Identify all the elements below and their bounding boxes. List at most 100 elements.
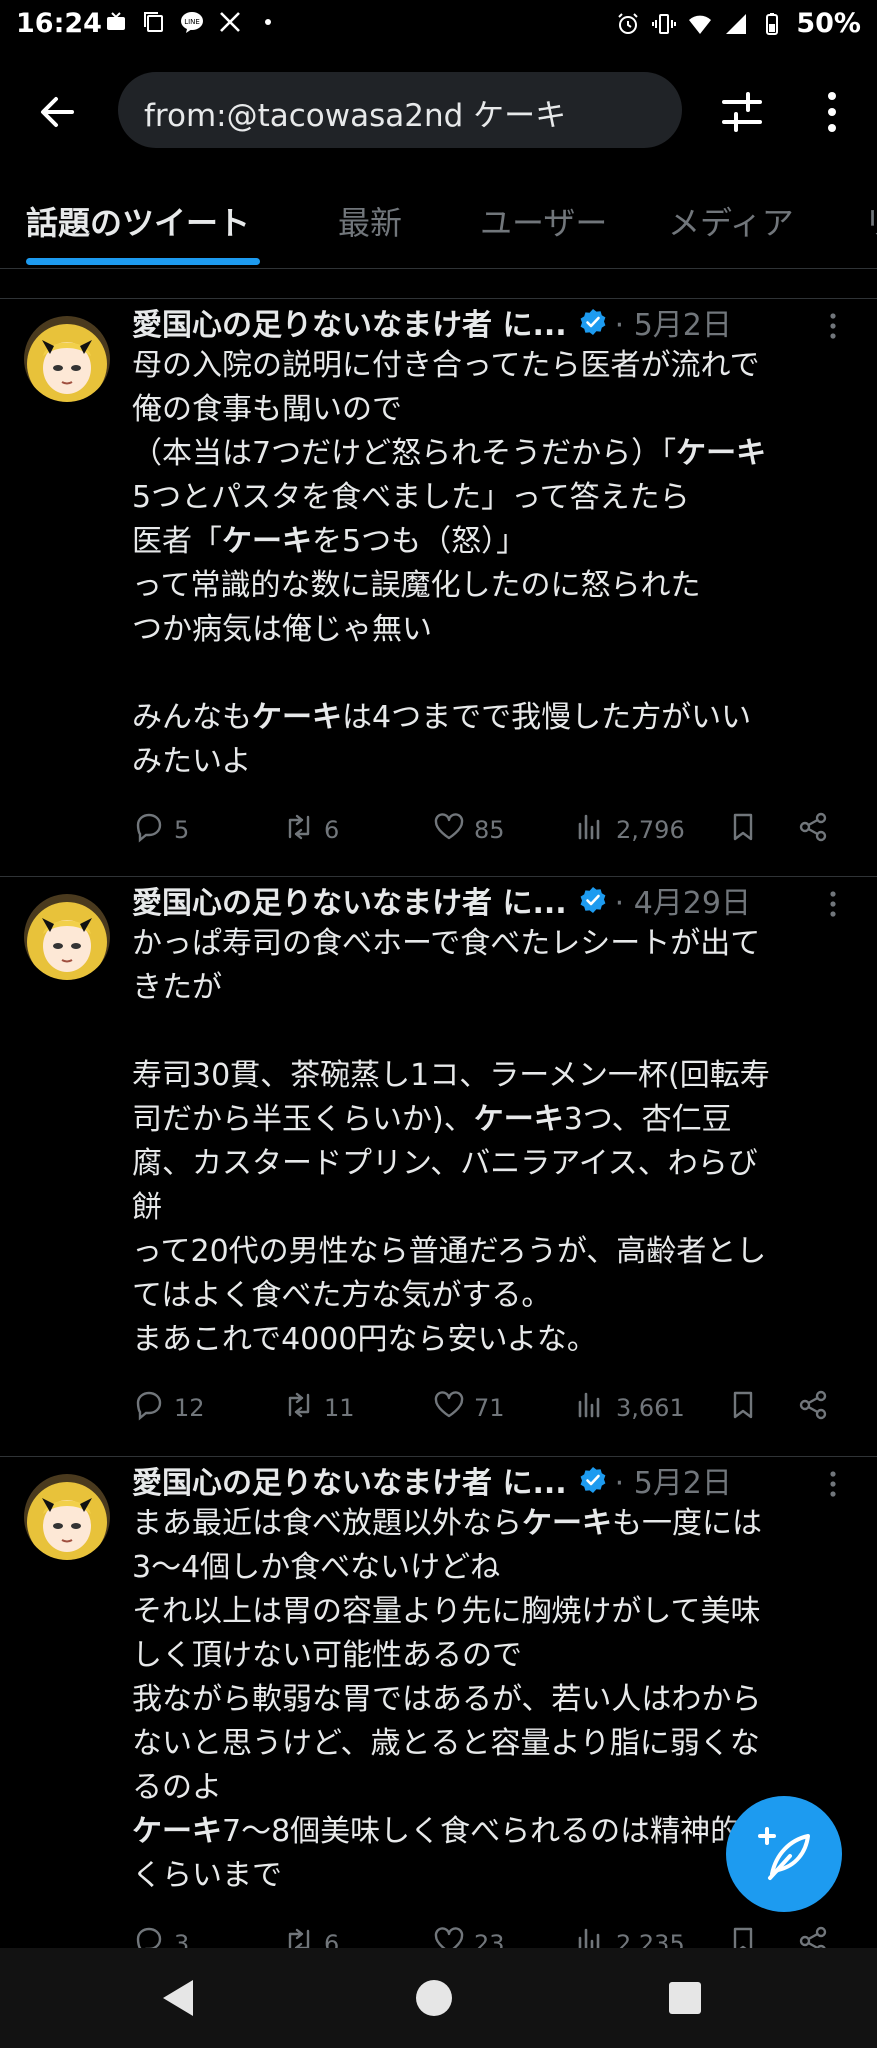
search-tabs: 話題のツイート 最新 ユーザー メディア リ	[0, 182, 877, 269]
tab-top[interactable]: 話題のツイート	[26, 198, 250, 244]
tweet-text-segment: かっぱ寿司の食べホーで食べたレシートが出て	[132, 926, 761, 961]
tweet-header: 愛国心の足りないなまけ者 に... · 4月29日	[132, 878, 861, 922]
vibrate-icon	[652, 13, 677, 34]
tweet-card[interactable]: 愛国心の足りないなまけ者 に... · 5月2日 母の入院の説明に付き合ってたら…	[0, 298, 877, 877]
tweet-text-segment: てはよく食べた方な気がする。	[132, 1278, 552, 1313]
status-bar: 16:24 LINE 50%	[0, 0, 877, 52]
tab-media[interactable]: メディア	[668, 198, 794, 244]
tab-latest[interactable]: 最新	[338, 198, 402, 244]
avatar[interactable]	[24, 894, 110, 980]
battery-icon	[766, 12, 779, 35]
avatar[interactable]	[24, 316, 110, 402]
active-tab-indicator	[26, 258, 260, 265]
tweet-text-segment: つか病気は俺じゃ無い	[132, 612, 432, 647]
author-name[interactable]: 愛国心の足りないなまけ者 に...	[132, 878, 567, 922]
tweet-text-segment: 俺の食事も聞いので	[132, 392, 402, 427]
verified-badge-icon	[567, 886, 607, 914]
tweet-text-segment: 医者「	[132, 524, 222, 559]
status-time: 16:24	[16, 8, 102, 39]
bookmark-icon	[726, 810, 760, 850]
tweet-text-line	[132, 1010, 852, 1054]
heart-icon	[432, 1388, 466, 1428]
reply-count: 5	[174, 816, 190, 844]
tweet-text-segment: 3〜4個しか食べないけどね	[132, 1550, 501, 1585]
view-count: 3,661	[616, 1394, 685, 1422]
like-count: 85	[474, 816, 505, 844]
avatar[interactable]	[24, 1474, 110, 1560]
search-keyword-highlight: ケーキ	[132, 1814, 222, 1849]
tweet-text-line: 俺の食事も聞いので	[132, 388, 852, 432]
tweet-more-icon[interactable]	[813, 1464, 853, 1504]
tweet-more-icon[interactable]	[813, 884, 853, 924]
share-icon	[796, 1388, 830, 1428]
tweet-text-segment: を5つも（怒）」	[312, 524, 527, 559]
views-icon	[574, 810, 608, 850]
retweet-button[interactable]: 6	[282, 810, 339, 850]
tweet-text-segment: みたいよ	[132, 744, 252, 779]
tweet-date[interactable]: · 5月2日	[615, 300, 732, 344]
tweet-text-line: 腐、カスタードプリン、バニラアイス、わらび	[132, 1142, 852, 1186]
tab-users[interactable]: ユーザー	[480, 198, 607, 244]
tweet-text-segment: って20代の男性なら普通だろうが、高齢者とし	[132, 1234, 767, 1269]
tab-lists[interactable]: リ	[864, 198, 877, 244]
tweet-text-segment: まあ最近は食べ放題以外なら	[132, 1506, 522, 1541]
notification-icons: LINE	[104, 10, 280, 34]
nav-back-icon[interactable]	[153, 1970, 209, 2026]
view-count: 2,796	[616, 816, 685, 844]
verified-badge-icon	[567, 1466, 607, 1494]
retweet-button[interactable]: 11	[282, 1388, 355, 1428]
author-name[interactable]: 愛国心の足りないなまけ者 に...	[132, 1458, 567, 1502]
alarm-icon	[618, 12, 639, 34]
tweet-text-line: まあこれで4000円なら安いよな。	[132, 1318, 852, 1362]
more-options-button[interactable]	[802, 82, 862, 142]
dot-icon	[265, 19, 271, 25]
tweet-text-line: みたいよ	[132, 740, 852, 784]
author-name[interactable]: 愛国心の足りないなまけ者 に...	[132, 300, 567, 344]
tweet-text-line: 5つとパスタを食べました」って答えたら	[132, 476, 852, 520]
back-button[interactable]	[28, 82, 88, 142]
search-input[interactable]: from:@tacowasa2nd ケーキ	[118, 72, 682, 148]
like-button[interactable]: 85	[432, 810, 505, 850]
tweet-text-line: それ以上は胃の容量より先に胸焼けがして美味	[132, 1590, 852, 1634]
tweet-text-segment: るのよ	[132, 1770, 222, 1805]
tweet-date[interactable]: · 5月2日	[615, 1458, 732, 1502]
heart-icon	[432, 810, 466, 850]
reply-icon	[132, 1388, 166, 1428]
system-icons: 50%	[616, 8, 861, 39]
bookmark-button[interactable]	[726, 1388, 760, 1428]
tweet-text-line: 3〜4個しか食べないけどね	[132, 1546, 852, 1590]
like-button[interactable]: 71	[432, 1388, 505, 1428]
tweet-text: かっぱ寿司の食べホーで食べたレシートが出て きたが 寿司30貫、茶碗蒸し1コ、ラーメ…	[132, 922, 852, 1362]
compose-tweet-button[interactable]	[726, 1796, 842, 1912]
bookmark-button[interactable]	[726, 810, 760, 850]
tweet-text-segment: 5つとパスタを食べました」って答えたら	[132, 480, 690, 515]
tweet-text-line: 我ながら軟弱な胃ではあるが、若い人はわから	[132, 1678, 852, 1722]
search-keyword-highlight: ケーキ	[222, 524, 312, 559]
nav-home-icon[interactable]	[406, 1970, 462, 2026]
share-button[interactable]	[796, 1388, 830, 1428]
tweet-text-segment: も一度には	[612, 1506, 762, 1541]
share-button[interactable]	[796, 810, 830, 850]
media-icon	[107, 12, 125, 30]
line-icon: LINE	[181, 12, 203, 33]
reply-button[interactable]: 12	[132, 1388, 205, 1428]
tweet-date[interactable]: · 4月29日	[615, 878, 751, 922]
nav-recents-icon[interactable]	[657, 1970, 713, 2026]
tweet-text-line: 餅	[132, 1186, 852, 1230]
tweet-actions: 12 11 71 3,661	[132, 1388, 832, 1438]
tweet-header: 愛国心の足りないなまけ者 に... · 5月2日	[132, 300, 861, 344]
tweet-text-line: 寿司30貫、茶碗蒸し1コ、ラーメン一杯(回転寿	[132, 1054, 852, 1098]
views-button[interactable]: 2,796	[574, 810, 685, 850]
tweet-text-line: かっぱ寿司の食べホーで食べたレシートが出て	[132, 922, 852, 966]
like-count: 71	[474, 1394, 505, 1422]
tweet-text-segment: は4つまでで我慢した方がいい	[342, 700, 752, 735]
tweet-card[interactable]: 愛国心の足りないなまけ者 に... · 4月29日 かっぱ寿司の食べホーで食べた…	[0, 876, 877, 1457]
tweet-text-segment: って常識的な数に誤魔化したのに怒られた	[132, 568, 701, 603]
reply-button[interactable]: 5	[132, 810, 189, 850]
tweet-more-icon[interactable]	[813, 306, 853, 346]
tweet-text-line: 母の入院の説明に付き合ってたら医者が流れで	[132, 344, 852, 388]
retweet-icon	[282, 810, 316, 850]
filter-button[interactable]	[712, 82, 772, 142]
svg-text:LINE: LINE	[184, 18, 200, 26]
views-button[interactable]: 3,661	[574, 1388, 685, 1428]
